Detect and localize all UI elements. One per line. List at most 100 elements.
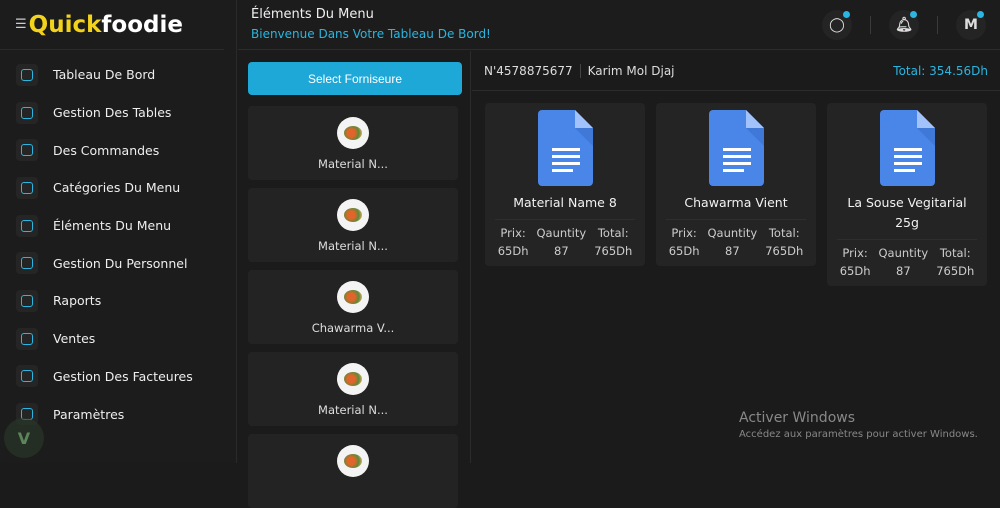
windows-activation-watermark: Activer Windows Accédez aux paramètres p…	[739, 410, 978, 440]
logo-text-quick: Quick	[28, 11, 102, 38]
document-icon	[879, 110, 935, 186]
sidebar-item[interactable]: Raports	[0, 282, 236, 320]
price-label: Prix:	[500, 226, 526, 240]
quantity-label: Qauntity	[878, 246, 929, 260]
food-plate-icon	[337, 363, 369, 395]
sidebar-item-label: Gestion Des Tables	[53, 105, 172, 121]
watermark-title: Activer Windows	[739, 410, 856, 426]
image-icon	[16, 101, 38, 124]
image-icon	[16, 289, 38, 312]
price-value: 65Dh	[668, 244, 700, 258]
material-label: Chawarma V...	[311, 321, 395, 335]
sidebar-item-label: Tableau De Bord	[53, 67, 156, 83]
sidebar-item-label: Éléments Du Menu	[53, 218, 172, 234]
total-value: 765Dh	[594, 244, 633, 258]
chat-icon: ◯	[829, 17, 845, 33]
sidebar-item-label: Ventes	[53, 331, 96, 347]
order-panel: N'4578875677 Karim Mol Djaj Total: 354.5…	[472, 51, 1000, 463]
sidebar-item[interactable]: Catégories Du Menu	[0, 169, 236, 207]
total-label: Total:	[768, 226, 800, 240]
divider	[870, 16, 871, 34]
chat-button[interactable]: ◯	[822, 10, 852, 40]
total-value: 765Dh	[765, 244, 804, 258]
price-label: Prix:	[842, 246, 868, 260]
quantity-label: Qauntity	[536, 226, 587, 240]
header: Éléments Du Menu Bienvenue Dans Votre Ta…	[238, 0, 1000, 50]
select-supplier-button[interactable]: Select Forniseure	[248, 62, 462, 95]
page-title: Éléments Du Menu	[251, 7, 374, 22]
status-dot	[977, 11, 984, 18]
avatar-initial: M	[964, 17, 978, 33]
divider	[937, 16, 938, 34]
sidebar-nav: Tableau De Bord Gestion Des Tables Des Com…	[0, 50, 236, 433]
watermark-subtitle: Accédez aux paramètres pour activer Wind…	[739, 429, 978, 440]
price-label: Prix:	[671, 226, 697, 240]
sidebar-item[interactable]: Tableau De Bord	[0, 56, 236, 94]
sidebar-item[interactable]: Ventes	[0, 320, 236, 358]
material-item[interactable]	[248, 434, 458, 508]
avatar[interactable]: M	[956, 10, 986, 40]
image-icon	[16, 63, 38, 86]
order-total: Total: 354.56Dh	[893, 63, 988, 78]
order-bar: N'4578875677 Karim Mol Djaj Total: 354.5…	[472, 51, 1000, 91]
material-item[interactable]: Chawarma V...	[248, 270, 458, 344]
welcome-text: Bienvenue Dans Votre Tableau De Bord!	[251, 27, 491, 41]
bell-icon: 🔔︎	[895, 17, 913, 33]
material-label: Material N...	[318, 157, 388, 171]
total-label: Total:	[939, 246, 971, 260]
image-icon	[16, 365, 38, 388]
material-item[interactable]: Material N...	[248, 352, 458, 426]
logo[interactable]: ☰ Quick foodie	[0, 0, 224, 50]
client-name: Karim Mol Djaj	[587, 63, 675, 78]
sidebar-item-label: Des Commandes	[53, 142, 160, 158]
menu-item-card[interactable]: Material Name 8 Prix: Qauntity Total: 65Dh 87…	[485, 103, 645, 266]
food-plate-icon	[337, 281, 369, 313]
item-name: Material Name 8	[495, 193, 635, 220]
price-value: 65Dh	[839, 264, 871, 278]
food-plate-icon	[337, 445, 369, 477]
menu-item-card[interactable]: La Souse Vegitarial 25g Prix: Qauntity Tota…	[827, 103, 987, 286]
food-plate-icon	[337, 117, 369, 149]
document-icon	[537, 110, 593, 186]
price-value: 65Dh	[497, 244, 529, 258]
image-icon	[16, 176, 38, 199]
quantity-label: Qauntity	[707, 226, 758, 240]
item-name: Chawarma Vient	[666, 193, 806, 220]
notification-dot	[910, 11, 917, 18]
sidebar-item-label: Paramètres	[53, 406, 125, 422]
sidebar-item[interactable]: Gestion Des Facteures	[0, 358, 236, 396]
divider	[579, 63, 581, 78]
notification-dot	[843, 11, 850, 18]
order-number: N'4578875677	[484, 63, 573, 78]
sidebar-item-label: Catégories Du Menu	[53, 180, 181, 196]
menu-item-card[interactable]: Chawarma Vient Prix: Qauntity Total: 65Dh 87 7…	[656, 103, 816, 266]
quantity-value: 87	[896, 264, 911, 278]
quantity-value: 87	[725, 244, 740, 258]
material-label: Material N...	[318, 239, 388, 253]
document-icon	[708, 110, 764, 186]
sidebar-item-label: Gestion Du Personnel	[53, 255, 188, 271]
logo-text-foodie: foodie	[101, 11, 183, 38]
material-label: Material N...	[318, 403, 388, 417]
image-icon	[16, 327, 38, 350]
food-plate-icon	[337, 199, 369, 231]
sidebar-item-label: Raports	[53, 293, 102, 309]
material-item[interactable]: Material N...	[248, 106, 458, 180]
image-icon	[16, 214, 38, 237]
sidebar-item[interactable]: Des Commandes	[0, 131, 236, 169]
notifications-button[interactable]: 🔔︎	[889, 10, 919, 40]
material-item[interactable]: Material N...	[248, 188, 458, 262]
sidebar-item[interactable]: Éléments Du Menu	[0, 207, 236, 245]
image-icon	[16, 139, 38, 162]
sidebar-item[interactable]: Gestion Des Tables	[0, 94, 236, 132]
sidebar-item-label: Gestion Des Facteures	[53, 368, 193, 384]
menu-lines-icon: ☰	[15, 17, 27, 32]
quantity-value: 87	[554, 244, 569, 258]
materials-panel: Select Forniseure Material N... Material …	[238, 51, 471, 508]
item-name: La Souse Vegitarial 25g	[837, 193, 977, 240]
sidebar-item[interactable]: Gestion Du Personnel	[0, 244, 236, 282]
corner-logo-icon: V	[4, 418, 44, 458]
sidebar: ☰ Quick foodie Tableau De Bord Gestion Des …	[0, 0, 237, 463]
total-value: 765Dh	[936, 264, 975, 278]
total-label: Total:	[597, 226, 629, 240]
